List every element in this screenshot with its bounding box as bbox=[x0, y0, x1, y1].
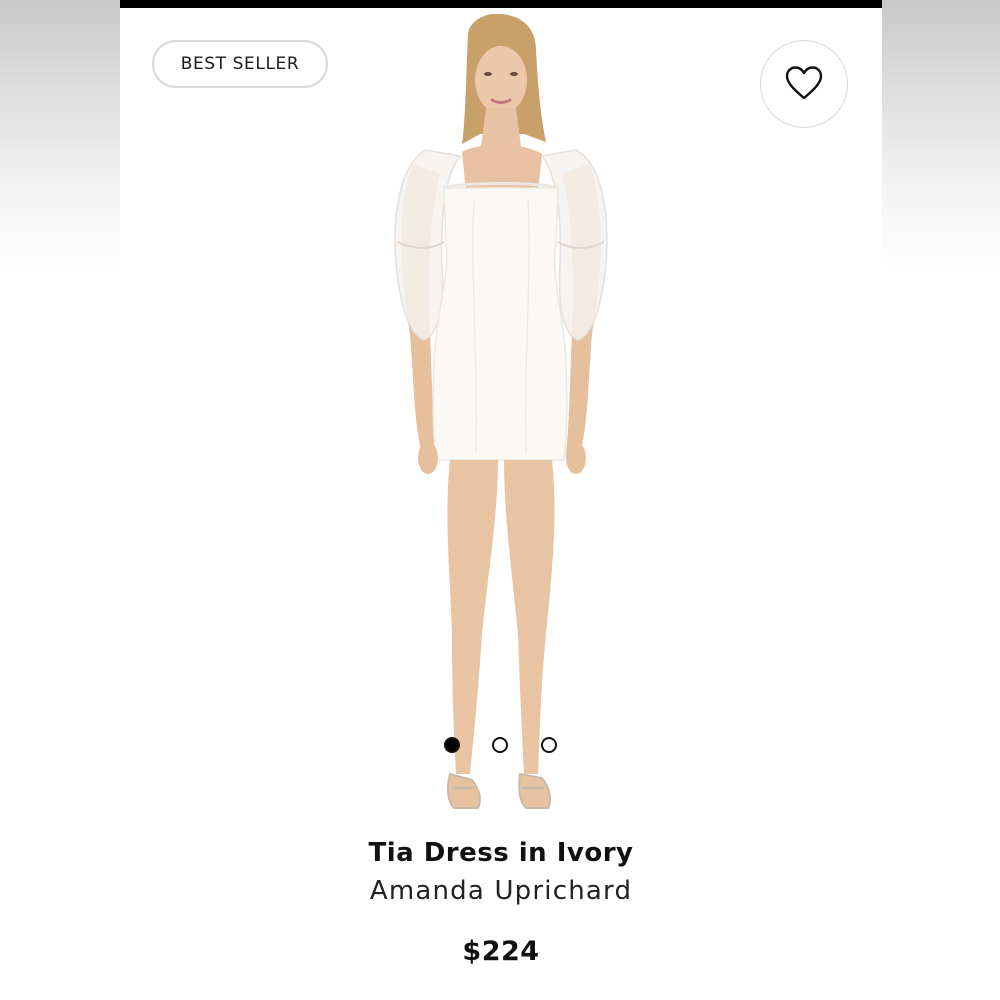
top-bar bbox=[120, 0, 882, 8]
favorite-button[interactable] bbox=[760, 40, 848, 128]
carousel-dot-1[interactable] bbox=[444, 737, 460, 753]
heart-icon bbox=[785, 66, 823, 100]
carousel-dots bbox=[442, 736, 562, 754]
best-seller-badge: BEST SELLER bbox=[152, 40, 328, 88]
brand-name[interactable]: Amanda Uprichard bbox=[120, 876, 882, 906]
product-name[interactable]: Tia Dress in Ivory bbox=[120, 838, 882, 868]
backdrop-right bbox=[882, 0, 1000, 1000]
carousel-dot-2[interactable] bbox=[492, 737, 508, 753]
product-price: $224 bbox=[462, 936, 540, 967]
product-card[interactable]: BEST SELLER Tia Dress in Ivory Amanda Up… bbox=[120, 8, 882, 1000]
carousel-dot-3[interactable] bbox=[541, 737, 557, 753]
product-image[interactable] bbox=[370, 14, 632, 820]
backdrop-left bbox=[0, 0, 120, 1000]
best-seller-label: BEST SELLER bbox=[180, 54, 300, 74]
